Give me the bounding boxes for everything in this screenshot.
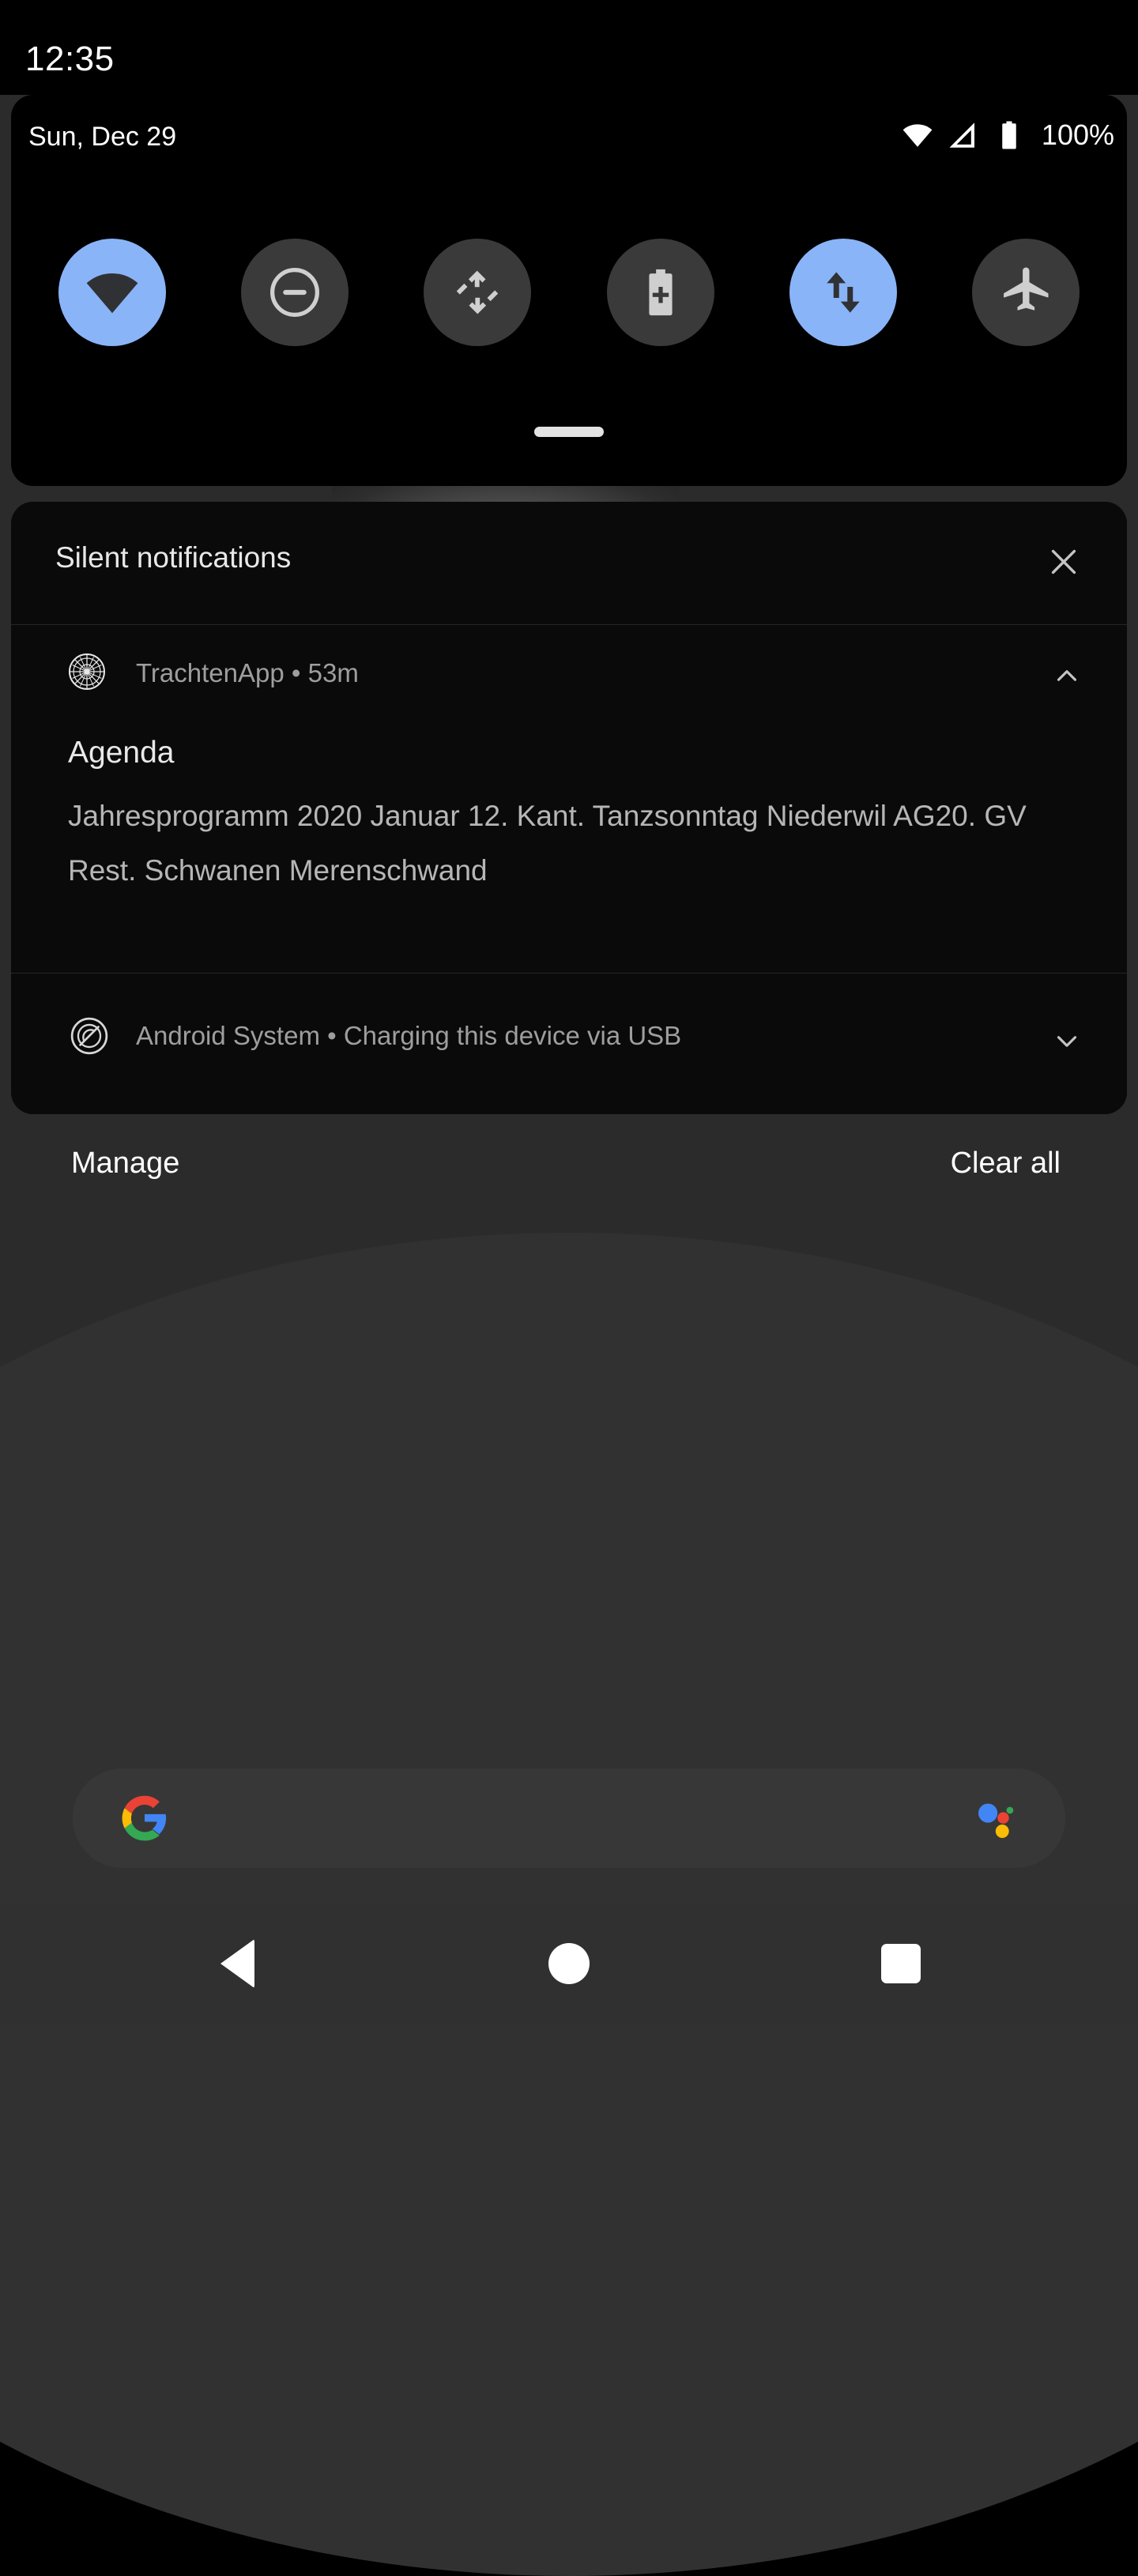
recents-square-icon bbox=[881, 1944, 921, 1983]
notification-trachtenapp[interactable]: TrachtenApp • 53m Agenda Jahresprogramm … bbox=[11, 625, 1127, 973]
status-bar: 12:35 bbox=[0, 0, 1138, 95]
google-search-widget[interactable] bbox=[73, 1768, 1065, 1868]
home-circle-icon bbox=[548, 1943, 590, 1984]
wifi-tile[interactable] bbox=[21, 239, 203, 346]
cellular-signal-icon bbox=[947, 119, 980, 152]
notification-shade: Silent notifications bbox=[11, 502, 1127, 1114]
manage-button[interactable]: Manage bbox=[71, 1147, 179, 1181]
data-transfer-icon bbox=[816, 265, 871, 320]
notification-title: Agenda bbox=[68, 736, 174, 770]
battery-saver-tile[interactable] bbox=[569, 239, 752, 346]
dnd-tile[interactable] bbox=[203, 239, 386, 346]
auto-rotate-tile[interactable] bbox=[386, 239, 569, 346]
battery-icon bbox=[993, 119, 1026, 152]
auto-rotate-icon bbox=[450, 265, 505, 320]
chevron-up-icon[interactable] bbox=[1045, 653, 1089, 698]
silent-notifications-header: Silent notifications bbox=[11, 502, 1127, 624]
quick-settings-date[interactable]: Sun, Dec 29 bbox=[28, 122, 176, 153]
notification-android-system[interactable]: Android System • Charging this device vi… bbox=[11, 974, 1127, 1114]
back-triangle-icon bbox=[220, 1939, 254, 1988]
back-button[interactable] bbox=[142, 1904, 332, 2023]
home-button[interactable] bbox=[474, 1904, 664, 2023]
quick-settings-status-icons: 100% bbox=[901, 119, 1114, 152]
google-assistant-icon[interactable] bbox=[974, 1797, 1019, 1843]
shade-action-row: Manage Clear all bbox=[0, 1126, 1138, 1213]
quick-settings-panel[interactable]: Sun, Dec 29 100% bbox=[11, 95, 1127, 486]
chevron-down-icon[interactable] bbox=[1045, 1019, 1089, 1064]
quick-settings-tiles bbox=[11, 178, 1127, 407]
silent-notifications-title: Silent notifications bbox=[55, 541, 291, 574]
recents-button[interactable] bbox=[806, 1904, 996, 2023]
close-icon[interactable] bbox=[1038, 537, 1089, 587]
clear-all-button[interactable]: Clear all bbox=[951, 1147, 1061, 1181]
notification-body: Jahresprogramm 2020 Januar 12. Kant. Tan… bbox=[68, 789, 1056, 898]
navigation-bar bbox=[0, 1904, 1138, 2023]
rosette-icon bbox=[68, 653, 106, 691]
battery-plus-icon bbox=[633, 265, 688, 320]
do-not-disturb-icon bbox=[266, 263, 324, 322]
mobile-data-tile[interactable] bbox=[752, 239, 934, 346]
android-head-icon bbox=[70, 1016, 109, 1056]
airplane-tile[interactable] bbox=[935, 239, 1117, 346]
battery-percent-label: 100% bbox=[1042, 119, 1114, 152]
notification-header: TrachtenApp • 53m bbox=[11, 625, 1127, 712]
notification-app-line: Android System • Charging this device vi… bbox=[136, 1021, 681, 1051]
status-bar-clock: 12:35 bbox=[25, 40, 115, 79]
wifi-icon bbox=[83, 263, 141, 322]
airplane-icon bbox=[997, 264, 1054, 321]
notification-app-line: TrachtenApp • 53m bbox=[136, 658, 359, 688]
quick-settings-drag-handle[interactable] bbox=[534, 427, 604, 437]
wifi-icon bbox=[901, 119, 934, 152]
quick-settings-header: Sun, Dec 29 100% bbox=[11, 95, 1127, 178]
google-g-icon[interactable] bbox=[120, 1794, 169, 1843]
